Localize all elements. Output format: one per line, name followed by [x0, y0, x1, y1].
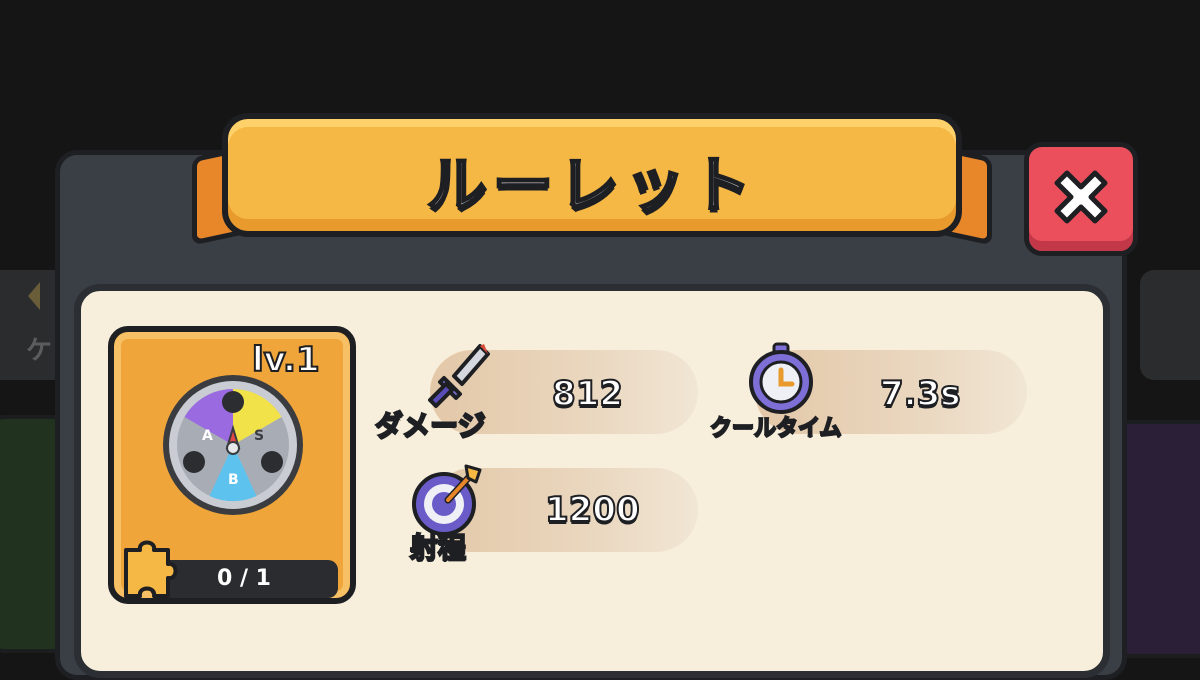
cooldown-value: 7.3s: [879, 373, 961, 415]
close-button[interactable]: [1024, 142, 1138, 256]
wheel-segment-a: A: [202, 428, 213, 444]
background-left-text: ケ: [26, 336, 53, 366]
left-arrow-icon: [28, 282, 40, 310]
close-icon: [1054, 170, 1108, 224]
roulette-wheel-icon: A S B: [163, 375, 303, 515]
wheel-segment-b: B: [228, 472, 239, 488]
stopwatch-icon: [749, 342, 813, 414]
cooldown-label: クールタイム: [709, 415, 843, 442]
puzzle-piece-icon: [124, 540, 178, 598]
title-banner: ルーレット: [222, 113, 962, 237]
range-value: 1200: [544, 489, 641, 531]
wheel-segment-s: S: [254, 428, 264, 444]
damage-value: 812: [551, 373, 624, 415]
dialog-title: ルーレット: [426, 150, 757, 223]
damage-label: ダメージ: [374, 408, 487, 443]
background-right-tab: [1140, 270, 1200, 380]
range-label: 射程: [409, 530, 467, 565]
